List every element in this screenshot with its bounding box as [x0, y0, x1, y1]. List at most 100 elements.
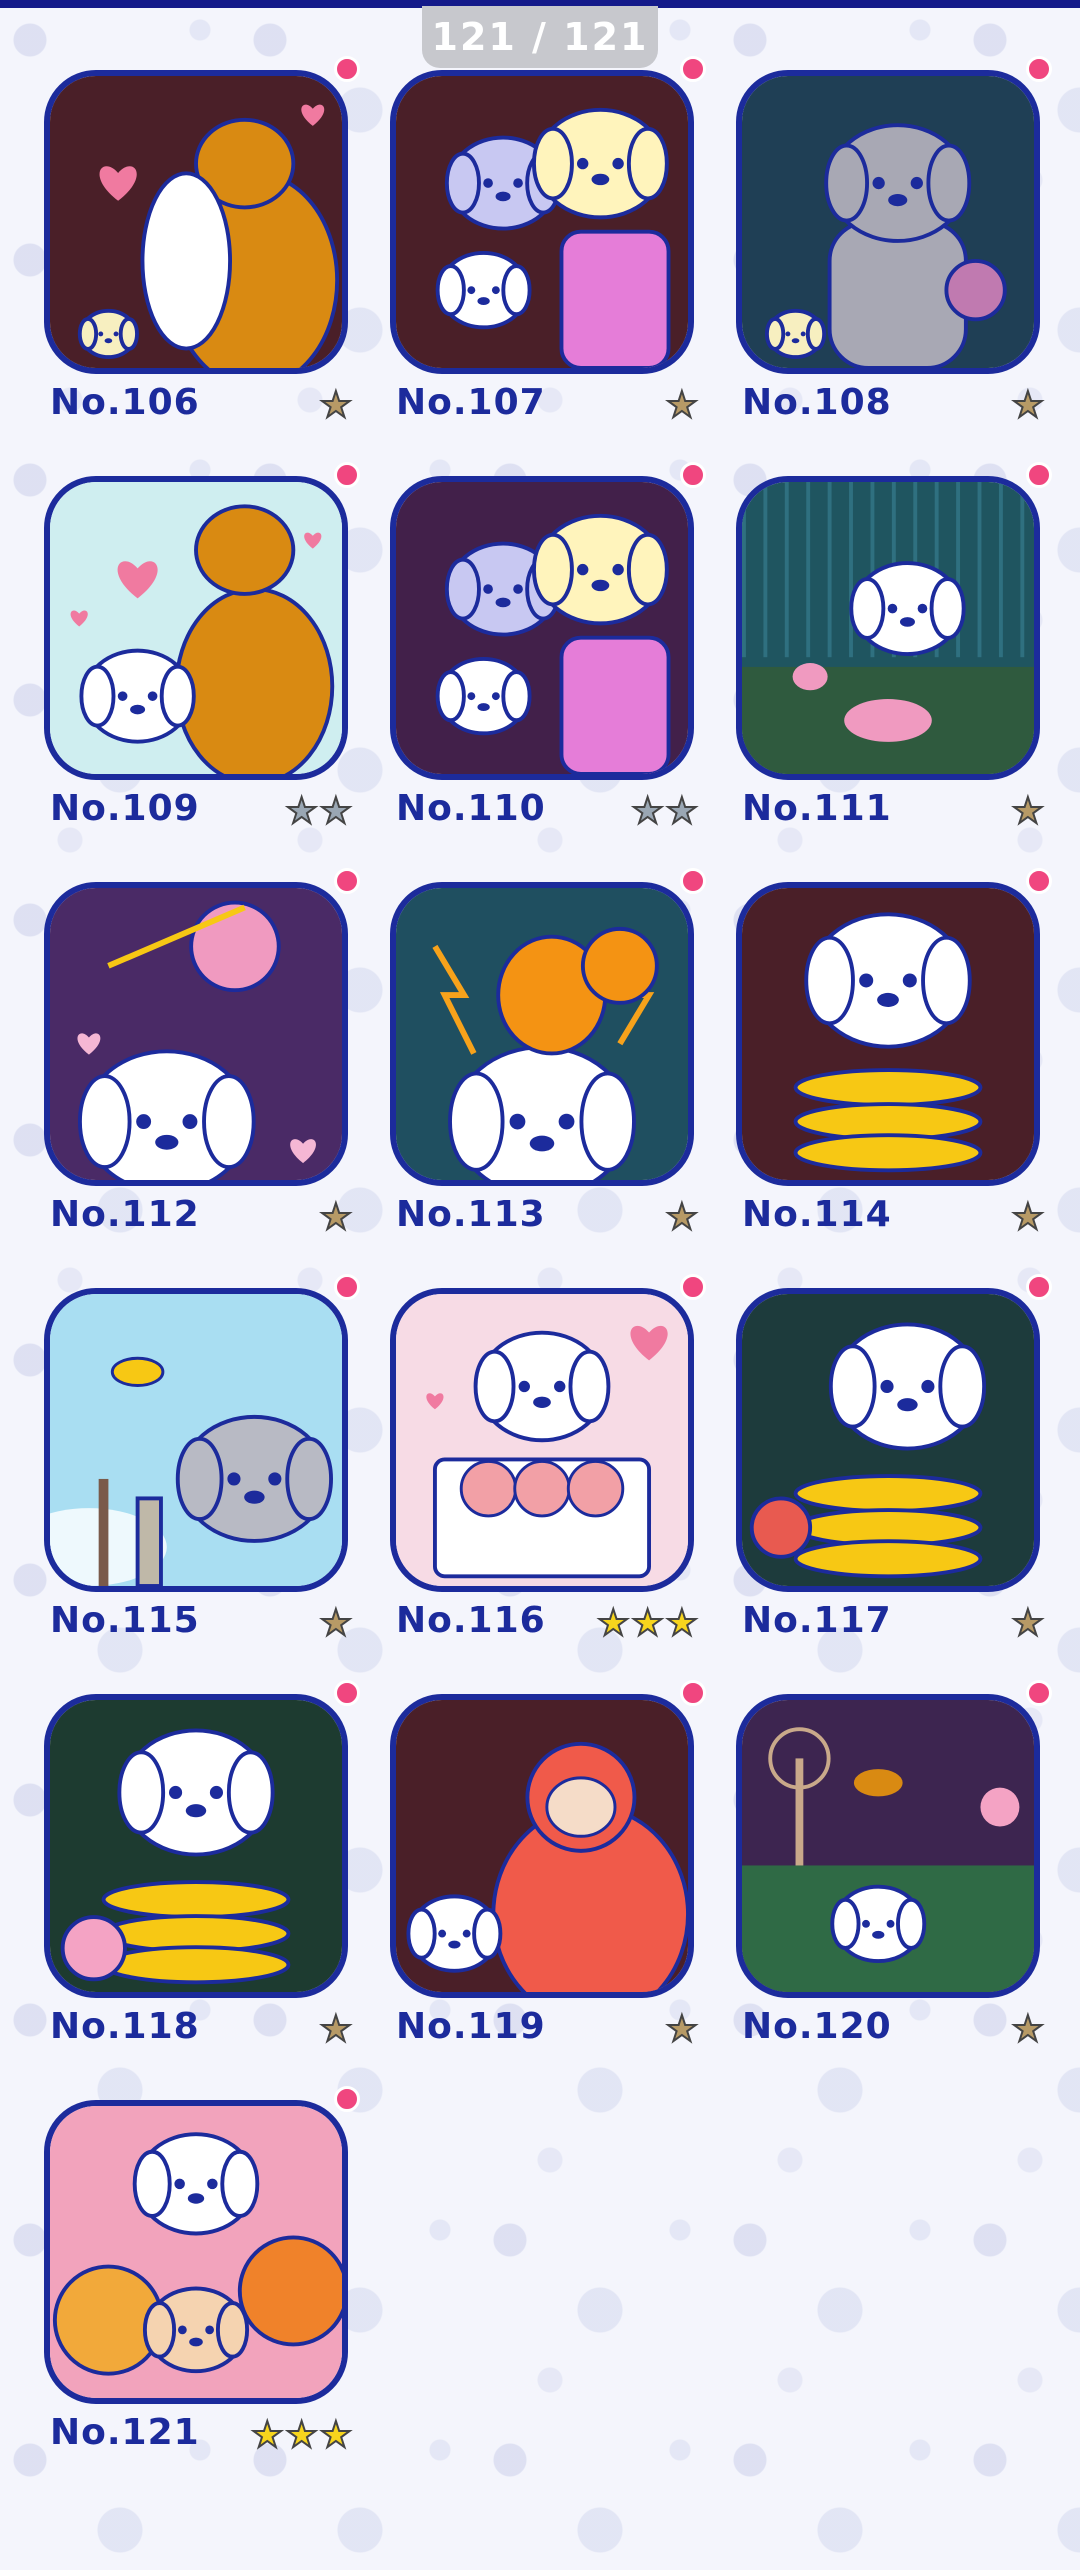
card-illustration[interactable]: [390, 1694, 694, 1998]
new-badge-dot: [680, 1274, 706, 1300]
card-illustration[interactable]: [736, 476, 1040, 780]
card-number-label: No.116: [396, 1600, 546, 1641]
star-icon: ★: [284, 791, 318, 833]
new-badge-dot: [1026, 56, 1052, 82]
star-icon: ★: [1011, 2009, 1045, 2051]
collection-card[interactable]: No.119 ★: [390, 1680, 710, 2064]
new-badge-dot: [334, 2086, 360, 2112]
card-illustration[interactable]: [44, 70, 348, 374]
collection-card[interactable]: No.115 ★: [44, 1274, 364, 1658]
new-badge-dot: [680, 1680, 706, 1706]
card-number-label: No.108: [742, 382, 892, 423]
new-badge-dot: [1026, 1680, 1052, 1706]
collection-card[interactable]: No.116 ★ ★ ★: [390, 1274, 710, 1658]
new-badge-dot: [1026, 868, 1052, 894]
collection-card[interactable]: No.118 ★: [44, 1680, 364, 2064]
collection-card[interactable]: No.117 ★: [736, 1274, 1056, 1658]
star-icon: ★: [630, 791, 664, 833]
star-rating: ★: [1011, 385, 1045, 427]
star-rating: ★: [665, 385, 699, 427]
star-rating: ★ ★ ★: [250, 2415, 353, 2457]
card-illustration[interactable]: [736, 1288, 1040, 1592]
collection-card[interactable]: No.114 ★: [736, 868, 1056, 1252]
star-rating: ★: [1011, 791, 1045, 833]
star-rating: ★: [319, 1603, 353, 1645]
card-illustration[interactable]: [736, 1694, 1040, 1998]
star-icon: ★: [1011, 791, 1045, 833]
card-illustration[interactable]: [44, 476, 348, 780]
collection-card[interactable]: No.106 ★: [44, 56, 364, 440]
collection-card[interactable]: No.112 ★: [44, 868, 364, 1252]
star-icon: ★: [319, 385, 353, 427]
star-icon: ★: [319, 1197, 353, 1239]
star-icon: ★: [596, 1603, 630, 1645]
star-rating: ★: [1011, 2009, 1045, 2051]
star-icon: ★: [319, 2009, 353, 2051]
star-icon: ★: [250, 2415, 284, 2457]
collection-grid: No.106 ★ No.107 ★ No.108 ★ No.109 ★ ★ No…: [0, 0, 1080, 2570]
new-badge-dot: [334, 1274, 360, 1300]
new-badge-dot: [334, 462, 360, 488]
card-illustration[interactable]: [736, 70, 1040, 374]
new-badge-dot: [1026, 1274, 1052, 1300]
collection-card[interactable]: No.111 ★: [736, 462, 1056, 846]
card-illustration[interactable]: [390, 882, 694, 1186]
collection-card[interactable]: No.108 ★: [736, 56, 1056, 440]
star-rating: ★: [319, 2009, 353, 2051]
new-badge-dot: [680, 868, 706, 894]
new-badge-dot: [1026, 462, 1052, 488]
star-icon: ★: [1011, 1197, 1045, 1239]
card-number-label: No.113: [396, 1194, 546, 1235]
star-icon: ★: [319, 1603, 353, 1645]
new-badge-dot: [334, 868, 360, 894]
card-illustration[interactable]: [390, 1288, 694, 1592]
card-number-label: No.107: [396, 382, 546, 423]
card-number-label: No.117: [742, 1600, 892, 1641]
card-number-label: No.114: [742, 1194, 892, 1235]
collection-card[interactable]: No.110 ★ ★: [390, 462, 710, 846]
star-icon: ★: [665, 1197, 699, 1239]
collection-card[interactable]: No.107 ★: [390, 56, 710, 440]
card-number-label: No.112: [50, 1194, 200, 1235]
collection-card[interactable]: No.109 ★ ★: [44, 462, 364, 846]
collection-card[interactable]: No.113 ★: [390, 868, 710, 1252]
card-number-label: No.121: [50, 2412, 200, 2453]
new-badge-dot: [680, 56, 706, 82]
card-illustration[interactable]: [390, 70, 694, 374]
star-icon: ★: [319, 791, 353, 833]
star-icon: ★: [665, 791, 699, 833]
card-number-label: No.118: [50, 2006, 200, 2047]
star-rating: ★: [665, 2009, 699, 2051]
card-number-label: No.110: [396, 788, 546, 829]
star-rating: ★: [665, 1197, 699, 1239]
star-icon: ★: [1011, 1603, 1045, 1645]
star-rating: ★: [1011, 1197, 1045, 1239]
star-rating: ★: [1011, 1603, 1045, 1645]
star-icon: ★: [630, 1603, 664, 1645]
collection-card[interactable]: No.121 ★ ★ ★: [44, 2086, 364, 2470]
star-icon: ★: [665, 2009, 699, 2051]
star-icon: ★: [665, 1603, 699, 1645]
card-number-label: No.106: [50, 382, 200, 423]
card-illustration[interactable]: [44, 1694, 348, 1998]
card-illustration[interactable]: [736, 882, 1040, 1186]
card-number-label: No.115: [50, 1600, 200, 1641]
new-badge-dot: [680, 462, 706, 488]
star-rating: ★ ★ ★: [596, 1603, 699, 1645]
card-number-label: No.111: [742, 788, 892, 829]
star-rating: ★ ★: [630, 791, 699, 833]
card-illustration[interactable]: [44, 1288, 348, 1592]
new-badge-dot: [334, 1680, 360, 1706]
star-icon: ★: [319, 2415, 353, 2457]
star-icon: ★: [284, 2415, 318, 2457]
star-icon: ★: [665, 385, 699, 427]
card-illustration[interactable]: [44, 882, 348, 1186]
card-illustration[interactable]: [44, 2100, 348, 2404]
star-rating: ★: [319, 1197, 353, 1239]
star-rating: ★ ★: [284, 791, 353, 833]
collection-card[interactable]: No.120 ★: [736, 1680, 1056, 2064]
card-illustration[interactable]: [390, 476, 694, 780]
card-number-label: No.109: [50, 788, 200, 829]
star-icon: ★: [1011, 385, 1045, 427]
card-number-label: No.120: [742, 2006, 892, 2047]
